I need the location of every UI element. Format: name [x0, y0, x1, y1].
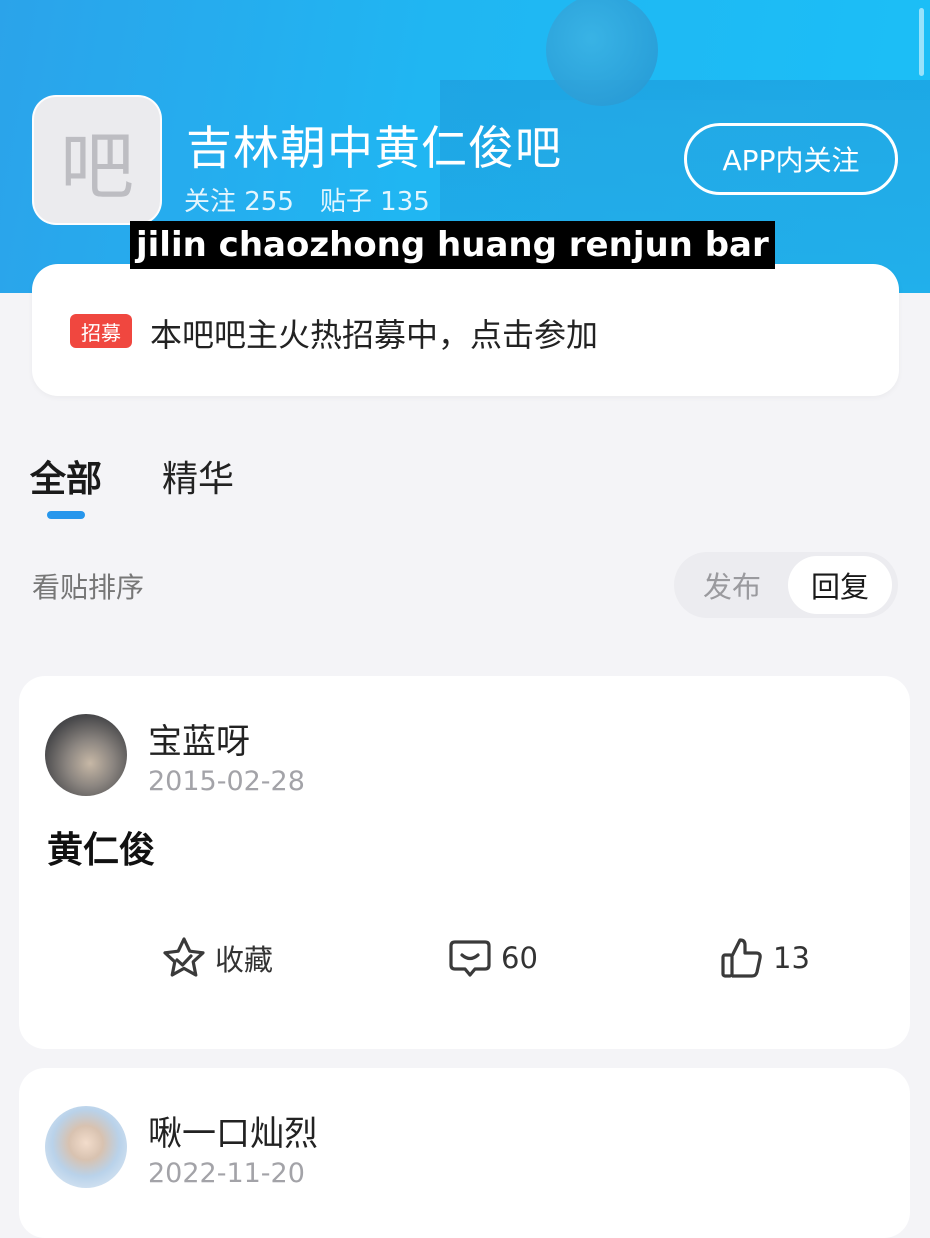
follow-count: 关注 255: [184, 187, 294, 217]
comment-count: 60: [501, 941, 538, 975]
sort-option-publish[interactable]: 发布: [680, 556, 784, 614]
tab-active-indicator: [47, 511, 85, 519]
thumbs-up-icon: [721, 938, 762, 978]
post-username[interactable]: 宝蓝呀: [148, 714, 250, 763]
sort-label: 看贴排序: [32, 571, 145, 604]
bar-logo: 吧: [32, 95, 162, 225]
post-date: 2015-02-28: [148, 766, 305, 797]
sort-toggle: 发布 回复: [674, 552, 898, 618]
post-username[interactable]: 啾一口灿烈: [148, 1106, 318, 1155]
avatar[interactable]: [45, 714, 127, 796]
post-card[interactable]: 宝蓝呀 2015-02-28 黄仁俊 收藏 60 13: [19, 676, 910, 1049]
bar-stats: 关注 255 贴子 135: [184, 181, 430, 218]
tab-featured[interactable]: 精华: [162, 450, 234, 502]
post-count: 贴子 135: [319, 187, 430, 217]
post-title[interactable]: 黄仁俊: [47, 821, 155, 873]
comment-button[interactable]: 60: [447, 936, 538, 980]
bar-title: 吉林朝中黄仁俊吧: [186, 121, 562, 175]
scrollbar[interactable]: [919, 8, 924, 76]
collect-label: 收藏: [215, 943, 274, 977]
like-button[interactable]: 13: [719, 936, 810, 980]
star-check-icon: [163, 937, 205, 977]
post-card[interactable]: 啾一口灿烈 2022-11-20: [19, 1068, 910, 1238]
comment-bubble-icon: [449, 940, 491, 977]
translation-caption: jilin chaozhong huang renjun bar: [130, 221, 775, 269]
recruit-banner[interactable]: 招募 本吧吧主火热招募中，点击参加: [32, 264, 899, 396]
collect-button[interactable]: 收藏: [161, 936, 273, 980]
avatar[interactable]: [45, 1106, 127, 1188]
sort-option-reply[interactable]: 回复: [788, 556, 892, 614]
post-date: 2022-11-20: [148, 1158, 305, 1189]
like-count: 13: [773, 941, 810, 975]
tab-all[interactable]: 全部: [30, 450, 102, 502]
app-follow-button[interactable]: APP内关注: [684, 123, 898, 195]
recruit-text: 本吧吧主火热招募中，点击参加: [150, 316, 599, 354]
recruit-badge: 招募: [70, 314, 132, 348]
